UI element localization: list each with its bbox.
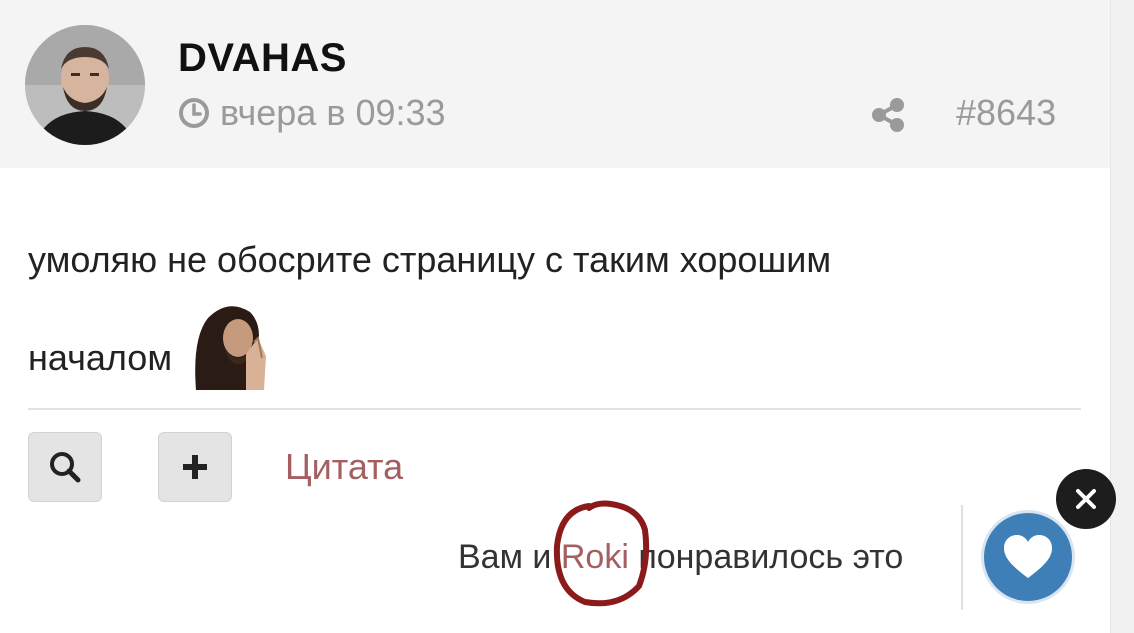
post-number-link[interactable]: #8643 bbox=[956, 92, 1056, 134]
hand-drawn-circle-annotation bbox=[553, 500, 650, 607]
likes-summary: Вам и Roki понравилось это bbox=[458, 538, 903, 577]
scrollbar[interactable] bbox=[1110, 0, 1134, 633]
like-button[interactable] bbox=[984, 513, 1072, 601]
plus-icon bbox=[183, 455, 207, 479]
post-text-word: началом bbox=[28, 337, 173, 378]
likes-prefix: Вам и bbox=[458, 538, 561, 576]
close-button[interactable] bbox=[1056, 469, 1116, 529]
post-timestamp: вчера в 09:33 bbox=[178, 92, 446, 134]
post-content: умоляю не обосрите страницу с таким хоро… bbox=[28, 222, 1088, 396]
avatar[interactable] bbox=[25, 25, 145, 145]
search-icon bbox=[50, 452, 81, 483]
add-button[interactable] bbox=[158, 432, 232, 502]
clock-icon bbox=[179, 98, 209, 128]
heart-icon bbox=[1004, 535, 1052, 578]
share-icon[interactable] bbox=[868, 95, 908, 135]
author-name[interactable]: DVAHAS bbox=[178, 36, 347, 81]
post-text-line-2: началом bbox=[28, 298, 1088, 396]
post-header: DVAHAS вчера в 09:33 #8643 bbox=[0, 0, 1110, 168]
post-divider bbox=[28, 408, 1081, 410]
search-button[interactable] bbox=[28, 432, 102, 502]
post-text-line: умоляю не обосрите страницу с таким хоро… bbox=[28, 239, 832, 280]
close-icon bbox=[1076, 489, 1096, 509]
like-divider bbox=[961, 505, 963, 610]
praying-man-emoji-image bbox=[188, 298, 281, 390]
quote-link[interactable]: Цитата bbox=[285, 446, 403, 488]
timestamp-text: вчера в 09:33 bbox=[220, 92, 446, 133]
avatar-photo bbox=[25, 25, 145, 145]
likes-suffix: понравилось это bbox=[628, 538, 904, 576]
